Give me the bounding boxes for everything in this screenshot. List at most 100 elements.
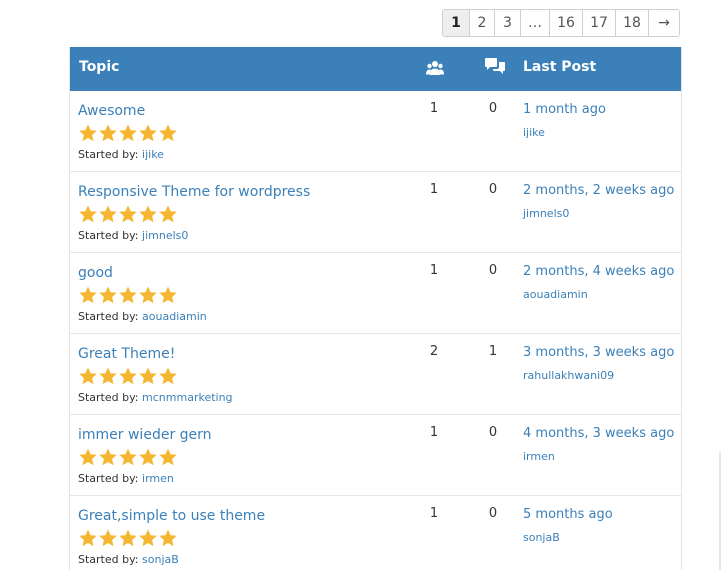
page-3-button[interactable]: 3 — [494, 10, 520, 36]
topic-title-link[interactable]: Responsive Theme for wordpress — [78, 184, 310, 200]
pagination: 1 2 3 … 16 17 18 → — [442, 9, 680, 37]
star-icon — [119, 529, 137, 547]
table-row: Great Theme! Started by: mcnmmarketing 2 1 3… — [70, 333, 681, 414]
rating-stars — [78, 204, 178, 224]
started-by: Started by: aouadiamin — [78, 310, 207, 323]
started-by-label: Started by: — [78, 148, 139, 161]
star-icon — [99, 367, 117, 385]
topic-title-link[interactable]: immer wieder gern — [78, 427, 212, 443]
star-icon — [119, 367, 137, 385]
page-17-button[interactable]: 17 — [582, 10, 615, 36]
replies-count: 0 — [488, 182, 498, 197]
topics-list: Awesome Started by: ijike 1 0 1 month ago iji… — [70, 91, 681, 570]
started-by: Started by: sonjaB — [78, 553, 179, 566]
star-icon — [119, 205, 137, 223]
voices-count: 1 — [429, 425, 439, 440]
rating-stars — [78, 285, 178, 305]
star-icon — [79, 367, 97, 385]
started-by: Started by: mcnmmarketing — [78, 391, 233, 404]
rating-stars — [78, 528, 178, 548]
last-post-time-link[interactable]: 5 months ago — [523, 507, 613, 522]
last-post-time-link[interactable]: 1 month ago — [523, 102, 606, 117]
started-by: Started by: ijike — [78, 148, 164, 161]
topics-table: Topic Last Post Awesome Started by: ijik… — [69, 47, 682, 570]
voices-count: 1 — [429, 263, 439, 278]
started-by: Started by: jimnels0 — [78, 229, 188, 242]
replies-count: 0 — [488, 101, 498, 116]
last-post-time-link[interactable]: 2 months, 2 weeks ago — [523, 183, 674, 198]
topic-author-link[interactable]: aouadiamin — [142, 310, 207, 323]
last-post-author-link[interactable]: jimnels0 — [523, 207, 569, 220]
star-icon — [79, 529, 97, 547]
page-16-button[interactable]: 16 — [549, 10, 582, 36]
star-icon — [79, 286, 97, 304]
page-ellipsis: … — [520, 10, 549, 36]
star-icon — [79, 124, 97, 142]
started-by: Started by: irmen — [78, 472, 174, 485]
rating-stars — [78, 123, 178, 143]
star-icon — [99, 286, 117, 304]
next-page-button[interactable]: → — [648, 10, 679, 36]
star-icon — [159, 367, 177, 385]
table-header: Topic Last Post — [70, 47, 681, 91]
star-icon — [159, 529, 177, 547]
last-post-author-link[interactable]: irmen — [523, 450, 555, 463]
replies-count: 0 — [488, 425, 498, 440]
voices-count: 1 — [429, 182, 439, 197]
star-icon — [159, 124, 177, 142]
last-post-time-link[interactable]: 2 months, 4 weeks ago — [523, 264, 674, 279]
table-row: immer wieder gern Started by: irmen 1 0 4 mo… — [70, 414, 681, 495]
table-row: Great,simple to use theme Started by: son… — [70, 495, 681, 570]
started-by-label: Started by: — [78, 472, 139, 485]
voices-count: 1 — [429, 101, 439, 116]
last-post-time-link[interactable]: 4 months, 3 weeks ago — [523, 426, 674, 441]
page-18-button[interactable]: 18 — [615, 10, 648, 36]
page-2-button[interactable]: 2 — [469, 10, 494, 36]
started-by-label: Started by: — [78, 553, 139, 566]
topic-title-link[interactable]: Great Theme! — [78, 346, 175, 362]
voices-count: 1 — [429, 506, 439, 521]
started-by-label: Started by: — [78, 391, 139, 404]
topic-author-link[interactable]: irmen — [142, 472, 174, 485]
topic-author-link[interactable]: ijike — [142, 148, 164, 161]
star-icon — [99, 529, 117, 547]
started-by-label: Started by: — [78, 229, 139, 242]
star-icon — [119, 286, 137, 304]
table-row: Awesome Started by: ijike 1 0 1 month ago iji… — [70, 91, 681, 171]
star-icon — [79, 205, 97, 223]
last-post-author-link[interactable]: aouadiamin — [523, 288, 588, 301]
star-icon — [79, 448, 97, 466]
star-icon — [139, 367, 157, 385]
rating-stars — [78, 366, 178, 386]
topic-author-link[interactable]: sonjaB — [142, 553, 179, 566]
star-icon — [119, 448, 137, 466]
voices-icon — [426, 59, 444, 77]
topic-title-link[interactable]: Great,simple to use theme — [78, 508, 265, 524]
topic-author-link[interactable]: mcnmmarketing — [142, 391, 233, 404]
rating-stars — [78, 447, 178, 467]
page-1-button: 1 — [443, 10, 469, 36]
star-icon — [119, 124, 137, 142]
topic-author-link[interactable]: jimnels0 — [142, 229, 188, 242]
table-row: Responsive Theme for wordpress Started by… — [70, 171, 681, 252]
star-icon — [139, 124, 157, 142]
replies-icon — [484, 57, 506, 77]
topic-title-link[interactable]: Awesome — [78, 103, 145, 119]
last-post-author-link[interactable]: ijike — [523, 126, 545, 139]
header-last-post: Last Post — [523, 59, 597, 75]
started-by-label: Started by: — [78, 310, 139, 323]
star-icon — [159, 286, 177, 304]
replies-count: 0 — [488, 506, 498, 521]
topic-title-link[interactable]: good — [78, 265, 113, 281]
last-post-time-link[interactable]: 3 months, 3 weeks ago — [523, 345, 674, 360]
replies-count: 1 — [488, 344, 498, 359]
star-icon — [139, 286, 157, 304]
last-post-author-link[interactable]: rahullakhwani09 — [523, 369, 614, 382]
header-topic: Topic — [79, 59, 120, 75]
table-row: good Started by: aouadiamin 1 0 2 months, 4 … — [70, 252, 681, 333]
star-icon — [99, 448, 117, 466]
star-icon — [159, 205, 177, 223]
page: 1 2 3 … 16 17 18 → Topic Last Post Aweso… — [0, 0, 721, 570]
last-post-author-link[interactable]: sonjaB — [523, 531, 560, 544]
star-icon — [99, 124, 117, 142]
